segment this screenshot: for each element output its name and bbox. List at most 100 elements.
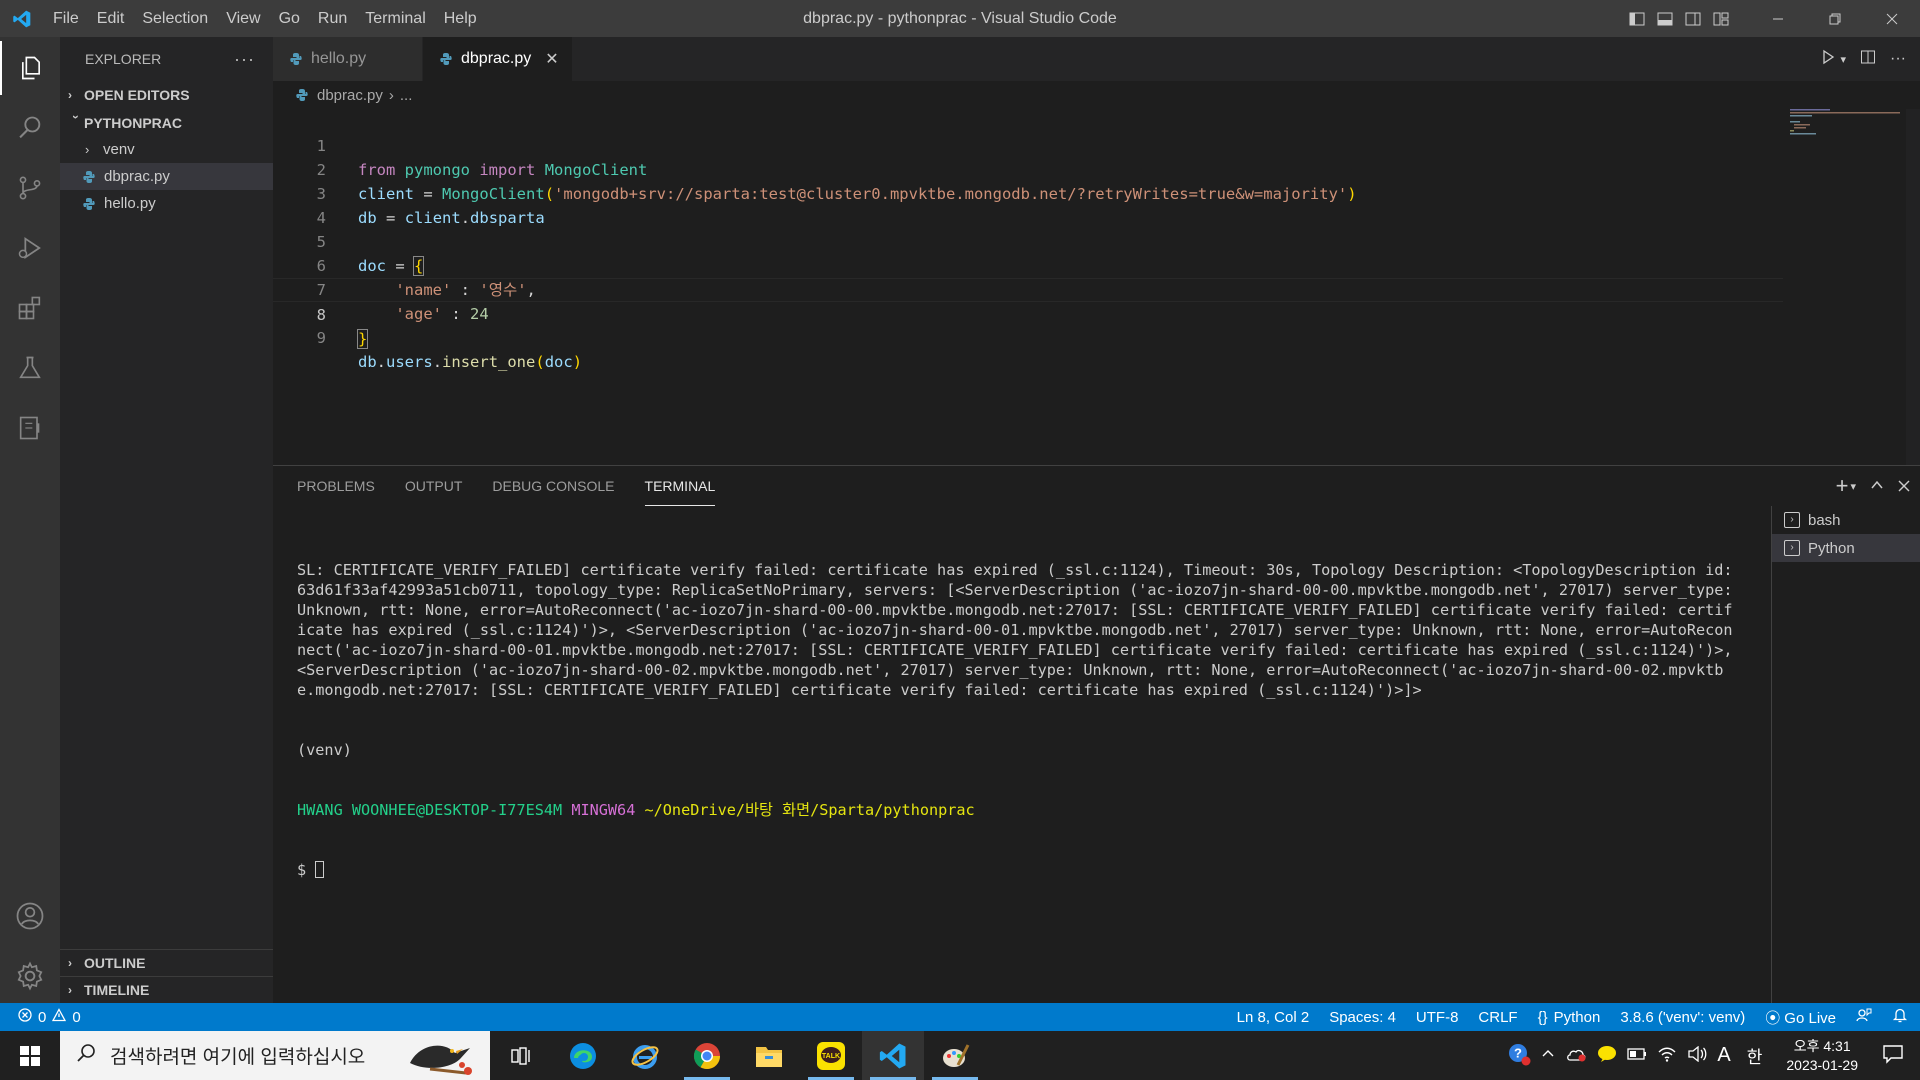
open-editors-section[interactable]: › OPEN EDITORS (60, 81, 273, 108)
menu-help[interactable]: Help (435, 0, 486, 37)
chevron-down-icon: › (69, 114, 83, 119)
help-icon[interactable]: ? (1507, 1042, 1531, 1070)
file-explorer-icon[interactable] (738, 1031, 800, 1080)
close-tab-icon[interactable]: ✕ (545, 49, 558, 69)
tab-problems[interactable]: PROBLEMS (297, 466, 375, 506)
testing-icon[interactable] (0, 341, 60, 395)
source-control-icon[interactable] (0, 161, 60, 215)
battery-icon[interactable] (1627, 1047, 1647, 1065)
terminal-item-label: Python (1808, 539, 1855, 557)
maximize-panel-icon[interactable] (1870, 476, 1884, 497)
menu-go[interactable]: Go (270, 0, 309, 37)
toggle-secondary-sidebar-icon[interactable] (1679, 0, 1707, 37)
remote-explorer-icon[interactable] (0, 401, 60, 455)
end-of-line[interactable]: CRLF (1478, 1009, 1517, 1026)
code-editor[interactable]: 1 from pymongo import MongoClient 2 clie… (273, 109, 1920, 465)
breadcrumb-more[interactable]: ... (400, 87, 413, 104)
encoding[interactable]: UTF-8 (1416, 1009, 1459, 1026)
code-line: 9 db.users.insert_one(doc) (273, 302, 1783, 371)
braces-icon: {} (1537, 1008, 1548, 1026)
explorer-icon[interactable] (0, 41, 60, 95)
task-view-icon[interactable] (490, 1031, 552, 1080)
settings-gear-icon[interactable] (0, 949, 60, 1003)
menu-terminal[interactable]: Terminal (356, 0, 434, 37)
restore-icon[interactable] (1806, 0, 1863, 37)
project-section[interactable]: › PYTHONPRAC (60, 109, 273, 136)
toggle-sidebar-icon[interactable] (1623, 0, 1651, 37)
font-indicator[interactable]: A (1717, 1044, 1730, 1067)
onedrive-icon[interactable] (1565, 1046, 1587, 1066)
extensions-icon[interactable] (0, 281, 60, 335)
run-debug-icon[interactable] (0, 221, 60, 275)
kakaotalk-tray-icon[interactable] (1597, 1045, 1617, 1067)
split-editor-icon[interactable] (1860, 49, 1876, 70)
code-line: 2 client = MongoClient('mongodb+srv://sp… (273, 134, 1783, 203)
tab-terminal[interactable]: TERMINAL (644, 466, 716, 506)
menu-view[interactable]: View (217, 0, 269, 37)
tree-item-venv[interactable]: › venv (60, 136, 273, 163)
vscode-taskbar-icon[interactable] (862, 1031, 924, 1080)
terminal-output[interactable]: SL: CERTIFICATE_VERIFY_FAILED] certifica… (297, 520, 1737, 920)
terminal-input-line[interactable]: $ (297, 860, 1737, 880)
python-interpreter[interactable]: 3.8.6 ('venv': venv) (1620, 1009, 1745, 1026)
clock[interactable]: 오후 4:31 2023-01-29 (1786, 1037, 1858, 1075)
indentation[interactable]: Spaces: 4 (1329, 1009, 1396, 1026)
toggle-panel-icon[interactable] (1651, 0, 1679, 37)
explorer-sidebar: EXPLORER ··· › OPEN EDITORS › PYTHONPRAC… (60, 37, 273, 1003)
close-panel-icon[interactable] (1898, 476, 1910, 497)
minimize-icon[interactable] (1749, 0, 1806, 37)
internet-explorer-icon[interactable] (614, 1031, 676, 1080)
windows-start-icon[interactable] (0, 1031, 60, 1080)
menu-edit[interactable]: Edit (88, 0, 134, 37)
breadcrumb-file[interactable]: dbprac.py (317, 87, 383, 104)
tab-dbprac-py[interactable]: dbprac.py ✕ (423, 37, 573, 81)
timeline-section[interactable]: › TIMELINE (60, 976, 273, 1003)
tab-debug-console[interactable]: DEBUG CONSOLE (492, 466, 614, 506)
tree-item-hello[interactable]: hello.py (60, 190, 273, 217)
menu-file[interactable]: File (44, 0, 88, 37)
wifi-icon[interactable] (1657, 1046, 1677, 1066)
chevron-up-icon[interactable] (1541, 1047, 1555, 1065)
more-actions-icon[interactable]: ··· (1890, 50, 1906, 68)
chevron-down-icon[interactable]: ▾ (1850, 480, 1856, 493)
go-live-button[interactable]: ⦿ Go Live (1765, 1007, 1836, 1028)
terminal-icon: › (1784, 540, 1800, 556)
kakaotalk-icon[interactable]: TALK (800, 1031, 862, 1080)
feedback-icon[interactable] (1856, 1007, 1872, 1027)
paint-app-icon[interactable] (924, 1031, 986, 1080)
tab-label: hello.py (311, 50, 367, 67)
tab-hello-py[interactable]: hello.py (273, 37, 423, 81)
close-window-icon[interactable] (1863, 0, 1920, 37)
accounts-icon[interactable] (0, 889, 60, 943)
edge-browser-icon[interactable] (552, 1031, 614, 1080)
terminal-item-bash[interactable]: › bash (1772, 506, 1920, 534)
language-mode[interactable]: {} Python (1538, 1009, 1601, 1026)
notification-center-icon[interactable] (1882, 1044, 1904, 1068)
cursor-position[interactable]: Ln 8, Col 2 (1237, 1009, 1310, 1026)
search-icon[interactable] (0, 101, 60, 155)
chrome-browser-icon[interactable] (676, 1031, 738, 1080)
editor-scrollbar[interactable] (1906, 109, 1920, 465)
tab-output[interactable]: OUTPUT (405, 466, 463, 506)
outline-section[interactable]: › OUTLINE (60, 949, 273, 976)
menu-selection[interactable]: Selection (133, 0, 217, 37)
windows-taskbar: 검색하려면 여기에 입력하십시오 TALK ? A 한 오후 4:31 2023… (0, 1031, 1920, 1080)
new-terminal-icon[interactable]: + (1836, 473, 1849, 499)
status-problems[interactable]: 0 0 (0, 1008, 81, 1026)
code-line-current: 8 } (273, 278, 1783, 349)
tree-item-dbprac[interactable]: dbprac.py (60, 163, 273, 190)
prompt-env: MINGW64 (571, 801, 636, 819)
more-actions-icon[interactable]: ··· (234, 49, 255, 70)
chevron-right-icon: › (85, 142, 90, 157)
terminal-item-python[interactable]: › Python (1772, 534, 1920, 562)
menu-run[interactable]: Run (309, 0, 356, 37)
run-python-file-icon[interactable] (1820, 49, 1836, 70)
volume-icon[interactable] (1687, 1045, 1707, 1066)
panel-tabs: PROBLEMS OUTPUT DEBUG CONSOLE TERMINAL (273, 466, 745, 506)
chevron-down-icon[interactable]: ▾ (1840, 53, 1846, 66)
minimap[interactable] (1790, 109, 1900, 139)
ime-indicator[interactable]: 한 (1747, 1043, 1763, 1068)
taskbar-search-input[interactable]: 검색하려면 여기에 입력하십시오 (60, 1031, 490, 1080)
notifications-bell-icon[interactable] (1892, 1007, 1908, 1027)
customize-layout-icon[interactable] (1707, 0, 1735, 37)
